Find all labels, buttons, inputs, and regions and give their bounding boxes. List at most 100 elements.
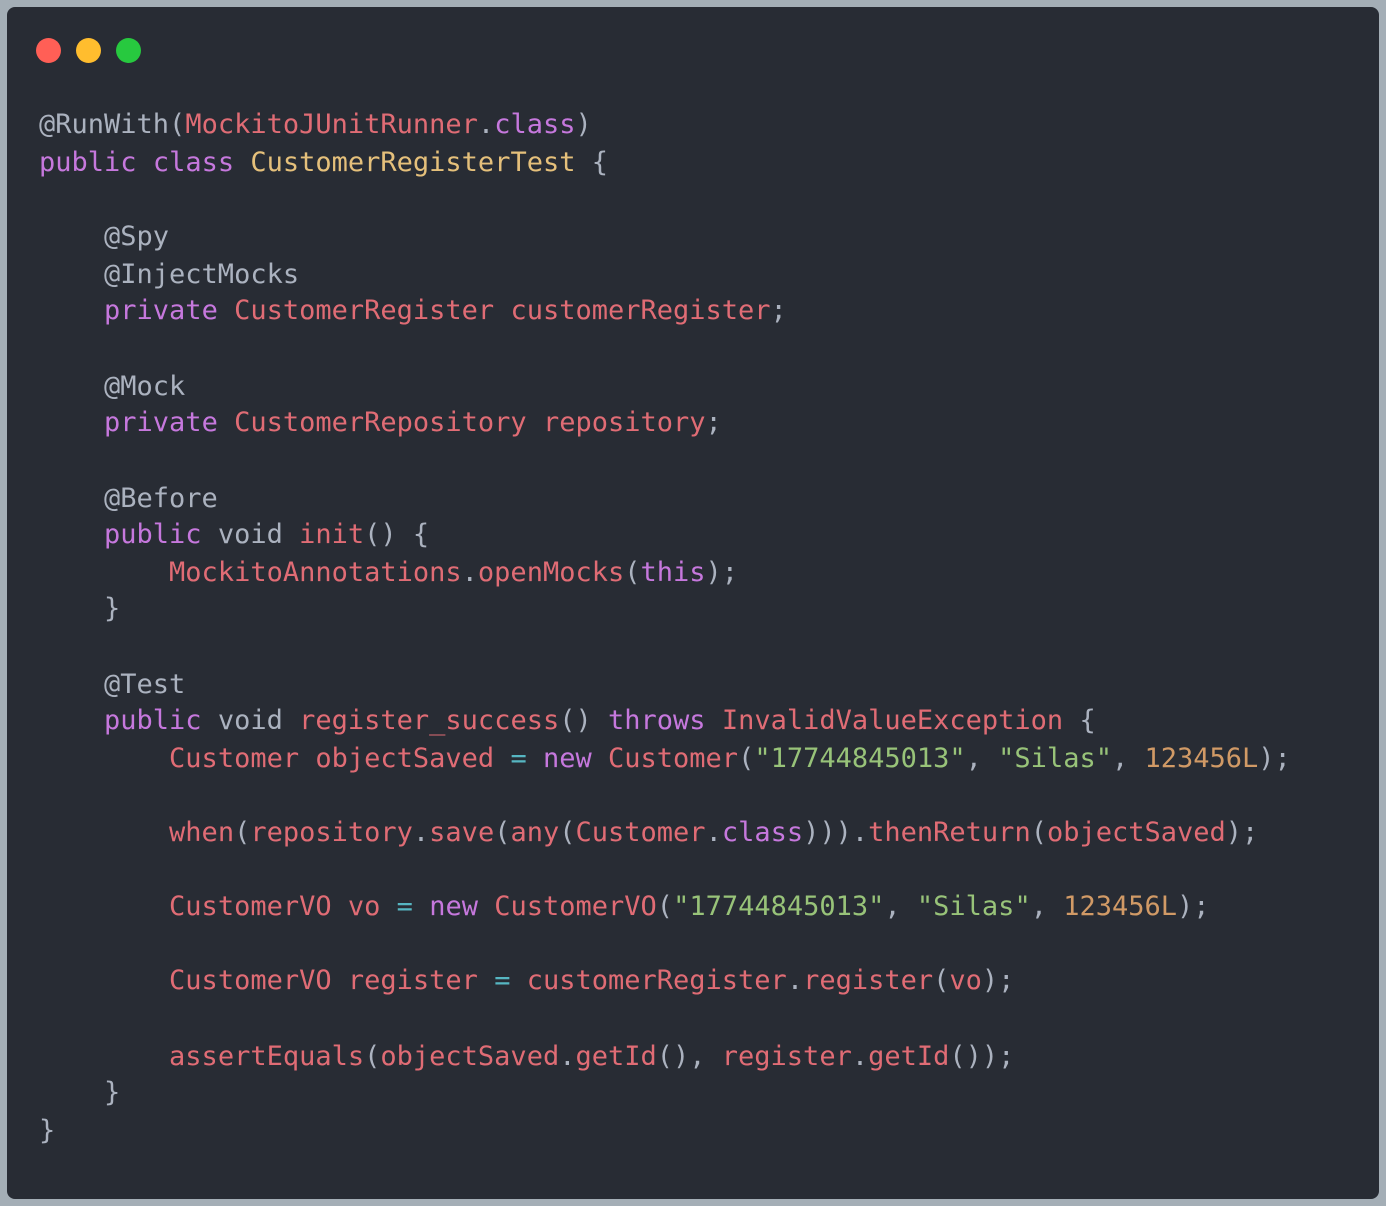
code-token: ( <box>494 817 511 848</box>
code-token: . <box>559 1041 576 1072</box>
code-token: private <box>104 407 218 438</box>
code-token: void <box>201 705 300 736</box>
code-token: = <box>396 891 413 922</box>
code-token: , <box>1030 891 1064 922</box>
code-token: init <box>299 519 365 550</box>
code-token: MockitoAnnotations <box>169 557 462 588</box>
code-line: @Before <box>39 481 218 517</box>
code-token: @Mock <box>39 371 186 402</box>
code-line: private CustomerRegister customerRegiste… <box>39 293 787 329</box>
code-token: objectSaved <box>1046 817 1226 848</box>
code-token: private <box>104 295 218 326</box>
code-token: CustomerRegister <box>234 295 495 326</box>
code-token: } <box>39 1115 56 1146</box>
code-line: assertEquals(objectSaved.getId(), regist… <box>39 1039 1014 1075</box>
code-token: this <box>640 557 706 588</box>
code-line: public void register_success() throws In… <box>39 703 1096 739</box>
code-line: when(repository.save(any(Customer.class)… <box>39 815 1258 851</box>
code-token: ) <box>575 109 592 140</box>
code-line: @Test <box>39 667 185 703</box>
code-token: Customer <box>575 817 706 848</box>
maximize-dot-icon[interactable] <box>116 38 141 63</box>
code-line: public void init() { <box>39 517 429 553</box>
code-token: @RunWith( <box>39 109 186 140</box>
code-token: customerRegister <box>510 295 771 326</box>
code-window: @RunWith(MockitoJUnitRunner.class) public… <box>7 7 1379 1199</box>
code-token: InvalidValueException <box>721 705 1064 736</box>
code-token: getId <box>868 1041 950 1072</box>
code-token: , <box>1111 743 1145 774</box>
code-token: = <box>494 965 511 996</box>
code-token: "Silas" <box>916 891 1031 922</box>
code-line: @Mock <box>39 369 185 405</box>
code-token: ( <box>656 891 674 922</box>
code-line: } <box>39 1113 55 1149</box>
code-token: . <box>461 557 478 588</box>
code-token: @InjectMocks <box>39 259 300 290</box>
code-line: @RunWith(MockitoJUnitRunner.class) <box>39 107 592 143</box>
code-token: = <box>510 743 527 774</box>
minimize-dot-icon[interactable] <box>76 38 101 63</box>
code-token: MockitoJUnitRunner <box>185 109 478 140</box>
code-token: ); <box>705 557 739 588</box>
code-token: throws <box>608 705 706 736</box>
code-token: "Silas" <box>998 743 1112 774</box>
code-token: openMocks <box>477 557 625 588</box>
code-token: ( <box>1030 817 1047 848</box>
code-token: class <box>721 817 804 848</box>
code-line: public class CustomerRegisterTest { <box>39 145 608 181</box>
code-token: class <box>494 109 576 140</box>
code-line: } <box>39 1075 120 1111</box>
code-token: ); <box>981 965 1015 996</box>
code-token: . <box>477 109 495 140</box>
code-token: (), <box>656 1041 722 1072</box>
code-token: customerRegister <box>526 965 787 996</box>
code-token: "17744845013" <box>754 743 966 774</box>
code-token: ( <box>559 817 576 848</box>
code-token: ; <box>770 295 787 326</box>
code-line: } <box>39 591 120 627</box>
code-line: private CustomerRepository repository; <box>39 405 722 441</box>
code-token: . <box>412 817 430 848</box>
code-token: , <box>965 743 999 774</box>
code-token: @Test <box>39 669 186 700</box>
code-token: "17744845013" <box>673 891 885 922</box>
code-line: @InjectMocks <box>39 257 299 293</box>
code-token: . <box>851 1041 869 1072</box>
code-token: save <box>429 817 495 848</box>
code-token: register <box>347 965 478 996</box>
code-token: register <box>803 965 934 996</box>
code-token: . <box>705 817 722 848</box>
code-token: objectSaved <box>380 1041 560 1072</box>
code-token: void <box>201 519 300 550</box>
close-dot-icon[interactable] <box>36 38 61 63</box>
code-token: vo <box>347 891 381 922</box>
code-token: class <box>152 147 235 178</box>
code-token: new <box>429 891 478 922</box>
code-line: MockitoAnnotations.openMocks(this); <box>39 555 738 591</box>
code-token: CustomerRegisterTest <box>250 147 576 178</box>
code-token: ); <box>1258 743 1291 774</box>
code-token: vo <box>949 965 982 996</box>
code-token: when <box>169 817 235 848</box>
code-token: any <box>510 817 560 848</box>
code-token: ( <box>624 557 641 588</box>
